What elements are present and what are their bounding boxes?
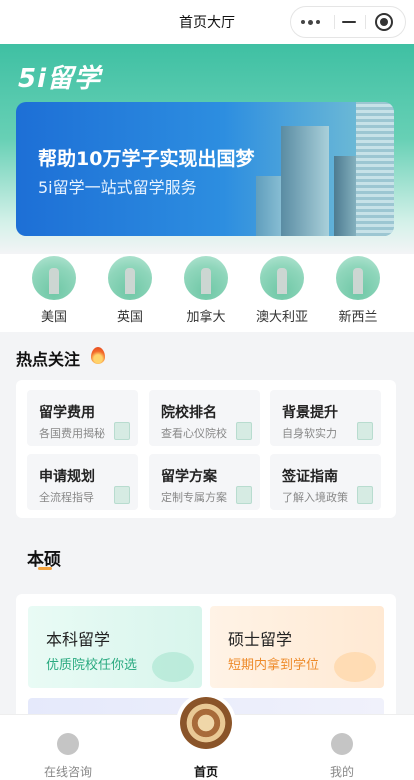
card-subtitle: 短期内拿到学位 xyxy=(228,658,320,673)
hot-topics-panel: 留学费用 各国费用揭秘 院校排名 查看心仪院校 背景提升 自身软实力 申请规划 … xyxy=(16,380,396,518)
country-item-canada[interactable]: 加拿大 xyxy=(171,256,241,325)
tab-label: 首页 xyxy=(193,765,218,779)
country-item-usa[interactable]: 美国 xyxy=(19,256,89,325)
section-title: 热点关注 xyxy=(16,350,81,369)
tower-bridge-icon xyxy=(108,256,152,300)
country-item-australia[interactable]: 澳大利亚 xyxy=(247,256,317,325)
user-icon xyxy=(331,733,353,755)
trend-up-icon xyxy=(357,422,373,440)
airplane-icon xyxy=(152,652,194,682)
card-title: 背景提升 xyxy=(282,405,338,421)
user-document-icon xyxy=(236,486,252,504)
building-graphic xyxy=(281,126,329,236)
card-title: 签证指南 xyxy=(282,469,338,485)
country-item-new-zealand[interactable]: 新西兰 xyxy=(323,256,393,325)
country-label: 新西兰 xyxy=(338,310,378,325)
country-label: 英国 xyxy=(116,310,143,325)
master-card[interactable]: 硕士留学 短期内拿到学位 xyxy=(210,606,384,688)
bar-chart-icon xyxy=(236,422,252,440)
undergrad-card[interactable]: 本科留学 优质院校任你选 xyxy=(28,606,202,688)
topic-card-planning[interactable]: 申请规划 全流程指导 xyxy=(27,454,138,510)
topic-card-fees[interactable]: 留学费用 各国费用揭秘 xyxy=(27,390,138,446)
tab-label: 在线咨询 xyxy=(43,765,92,779)
card-subtitle: 各国费用揭秘 xyxy=(39,427,105,440)
tab-label: 我的 xyxy=(329,765,354,779)
bottom-tabbar: 在线咨询 首页 我的 xyxy=(0,697,414,780)
card-title: 留学费用 xyxy=(39,405,95,421)
card-subtitle: 查看心仪院校 xyxy=(161,427,227,440)
tab-home[interactable]: 首页 xyxy=(156,733,256,780)
capsule-divider xyxy=(365,15,366,29)
top-navbar: 首页大厅 xyxy=(0,0,414,44)
brand-logo: 5i留学 xyxy=(18,64,102,94)
parliament-icon xyxy=(184,256,228,300)
card-subtitle: 自身软实力 xyxy=(282,427,337,440)
opera-house-icon xyxy=(260,256,304,300)
sky-tower-icon xyxy=(336,256,380,300)
banner-subtitle: 5i留学一站式留学服务 xyxy=(38,178,197,197)
card-subtitle: 了解入境政策 xyxy=(282,491,348,504)
country-label: 美国 xyxy=(40,310,67,325)
capitol-icon xyxy=(32,256,76,300)
topic-card-background[interactable]: 背景提升 自身软实力 xyxy=(270,390,381,446)
country-item-uk[interactable]: 英国 xyxy=(95,256,165,325)
topic-card-plan[interactable]: 留学方案 定制专属方案 xyxy=(149,454,260,510)
card-subtitle: 定制专属方案 xyxy=(161,491,227,504)
capsule-divider xyxy=(334,15,335,29)
topic-card-visa[interactable]: 签证指南 了解入境政策 xyxy=(270,454,381,510)
card-title: 留学方案 xyxy=(161,469,217,485)
country-list: 美国 英国 加拿大 澳大利亚 新西兰 xyxy=(0,254,414,332)
building-graphic xyxy=(356,102,394,236)
avatar-icon xyxy=(57,733,79,755)
card-title: 本科留学 xyxy=(46,630,111,649)
hero-banner[interactable]: 帮助10万学子实现出国梦 5i留学一站式留学服务 xyxy=(16,102,394,236)
card-title: 申请规划 xyxy=(39,469,95,485)
hot-topics-section: 热点关注 留学费用 各国费用揭秘 院校排名 查看心仪院校 背景提升 自身软实力 … xyxy=(0,340,414,530)
more-dots-icon[interactable] xyxy=(301,16,325,28)
country-label: 澳大利亚 xyxy=(255,310,308,325)
topic-card-rankings[interactable]: 院校排名 查看心仪院校 xyxy=(149,390,260,446)
hero-section: 5i留学 帮助10万学子实现出国梦 5i留学一站式留学服务 xyxy=(0,44,414,254)
card-subtitle: 优质院校任你选 xyxy=(46,658,138,673)
card-subtitle: 全流程指导 xyxy=(39,491,94,504)
mini-program-capsule xyxy=(290,6,406,38)
tab-mine[interactable]: 我的 xyxy=(292,733,392,780)
fire-icon xyxy=(91,347,105,364)
country-label: 加拿大 xyxy=(186,310,226,325)
section-title-underline xyxy=(38,567,52,570)
banner-title: 帮助10万学子实现出国梦 xyxy=(38,148,255,170)
graduation-cap-icon xyxy=(334,652,376,682)
edit-document-icon xyxy=(114,486,130,504)
passport-icon xyxy=(357,486,373,504)
document-icon xyxy=(114,422,130,440)
minus-icon[interactable] xyxy=(342,21,356,23)
target-circle-icon[interactable] xyxy=(375,13,393,31)
card-title: 院校排名 xyxy=(161,405,217,421)
card-title: 硕士留学 xyxy=(228,630,293,649)
tab-consult[interactable]: 在线咨询 xyxy=(18,733,118,780)
